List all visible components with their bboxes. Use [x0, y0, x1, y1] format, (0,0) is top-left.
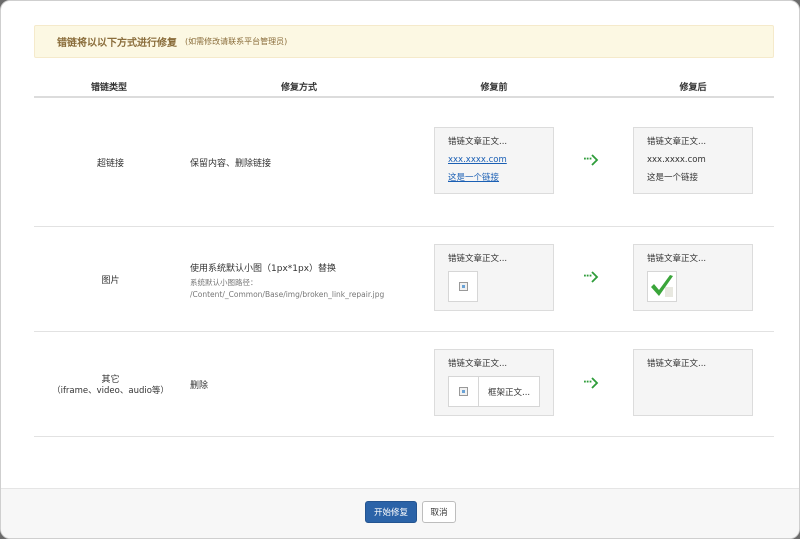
preview-iframe: 框架正文...: [448, 376, 540, 407]
row-type-sub: （iframe、video、audio等）: [52, 386, 169, 396]
start-repair-button[interactable]: 开始修复: [365, 501, 417, 523]
repair-notice: 错链将以以下方式进行修复 (如需修改请联系平台管理员): [34, 25, 774, 58]
preview-text: 错链文章正文...: [448, 254, 508, 264]
header-method: 修复方式: [280, 83, 318, 93]
preview-text: xxx.xxxx.com: [647, 155, 706, 165]
row-method-label: 删除: [190, 381, 209, 391]
header-before: 修复前: [480, 83, 508, 93]
table-row: 其它 （iframe、video、audio等） 删除 错链文章正文... 框架…: [34, 332, 774, 437]
arrow-right-icon: ···: [583, 377, 605, 389]
row-type-label: 超链接: [96, 159, 124, 169]
repair-dialog: 错链将以以下方式进行修复 (如需修改请联系平台管理员) 错链类型 修复方式 修复…: [0, 0, 800, 539]
before-preview: 错链文章正文... 框架正文...: [434, 349, 554, 416]
broken-image-icon: [458, 282, 468, 291]
preview-text: 错链文章正文...: [647, 359, 707, 369]
after-preview: 错链文章正文...: [633, 244, 753, 311]
row-method: 使用系统默认小图（1px*1px）替换 系统默认小图路径： /Content/_…: [190, 261, 384, 301]
after-preview: 错链文章正文...: [633, 349, 753, 416]
row-method-label: 使用系统默认小图（1px*1px）替换: [190, 264, 337, 274]
broken-image-icon: [459, 387, 468, 396]
preview-text: 错链文章正文...: [448, 137, 508, 147]
header-type: 错链类型: [90, 83, 128, 93]
arrow-right-icon: ···: [583, 154, 605, 166]
preview-text: 错链文章正文...: [448, 359, 508, 369]
preview-text: 错链文章正文...: [647, 137, 707, 147]
notice-sub-text: (如需修改请联系平台管理员): [185, 37, 288, 46]
table-row: 超链接 保留内容、删除链接 错链文章正文... xxx.xxxx.com 这是一…: [34, 98, 774, 227]
row-method-label: 保留内容、删除链接: [190, 159, 272, 169]
method-note-path: /Content/_Common/Base/img/broken_link_re…: [190, 290, 385, 299]
table-row: 图片 使用系统默认小图（1px*1px）替换 系统默认小图路径： /Conten…: [34, 227, 774, 332]
dialog-footer: 开始修复 取消: [1, 488, 799, 538]
method-note-label: 系统默认小图路径：: [190, 278, 258, 287]
table-header: 错链类型 修复方式 修复前 修复后: [34, 73, 774, 98]
before-preview: 错链文章正文... xxx.xxxx.com 这是一个链接: [434, 127, 554, 194]
cancel-button[interactable]: 取消: [422, 501, 456, 523]
before-preview: 错链文章正文...: [434, 244, 554, 311]
preview-text: 错链文章正文...: [647, 254, 707, 264]
replacement-image: [647, 271, 677, 302]
header-after: 修复后: [679, 83, 707, 93]
preview-link[interactable]: xxx.xxxx.com: [448, 155, 507, 165]
preview-link[interactable]: 这是一个链接: [448, 173, 499, 183]
notice-main-text: 错链将以以下方式进行修复: [57, 38, 177, 49]
preview-image: [448, 271, 478, 302]
arrow-right-icon: ···: [583, 271, 605, 283]
after-preview: 错链文章正文... xxx.xxxx.com 这是一个链接: [633, 127, 753, 194]
row-type-label: 图片: [101, 276, 120, 286]
preview-text: 这是一个链接: [647, 173, 699, 183]
checkmark-icon: [651, 275, 673, 297]
iframe-text: 框架正文...: [488, 387, 531, 398]
